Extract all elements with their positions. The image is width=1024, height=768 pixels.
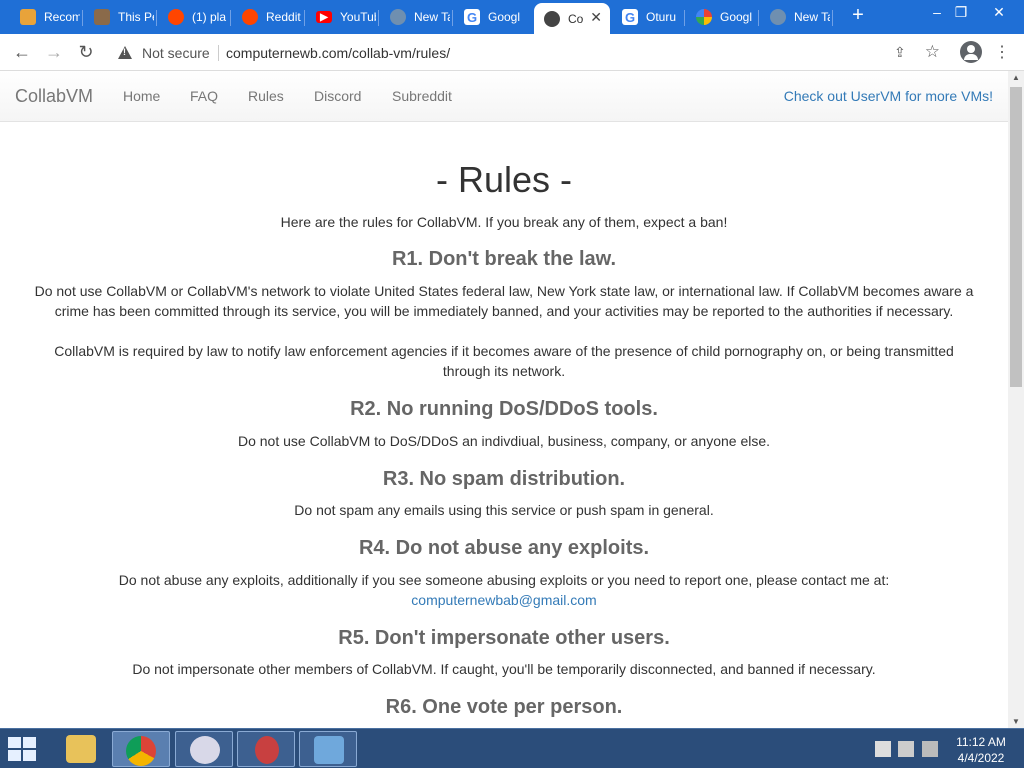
flag-warning-icon[interactable] [875, 741, 891, 757]
chrome-icon [126, 736, 156, 766]
back-button[interactable]: ← [10, 41, 34, 65]
paint-palette-icon [190, 736, 220, 764]
scroll-thumb[interactable] [1010, 87, 1022, 387]
globe-icon [390, 9, 406, 25]
site-navbar: CollabVM Home FAQ Rules Discord Subreddi… [0, 71, 1008, 122]
rule-heading: R3. No spam distribution. [382, 468, 626, 490]
taskbar-snipping-tool[interactable] [237, 731, 295, 767]
photos-icon [696, 9, 712, 25]
nav-uservm-link[interactable]: Check out UserVM for more VMs! [784, 88, 993, 104]
tab-new-tab-2[interactable]: New Ta [760, 3, 833, 31]
page-scrollbar[interactable]: ▲ ▼ [1008, 71, 1024, 728]
tab-this-person[interactable]: This Pe [84, 3, 157, 31]
scissors-icon [255, 736, 279, 764]
web-page: CollabVM Home FAQ Rules Discord Subreddi… [0, 71, 1008, 728]
page-title: - Rules - [435, 159, 573, 200]
close-tab-icon[interactable]: ✕ [590, 9, 602, 26]
rule-text: Do not spam any emails using this servic… [294, 502, 714, 518]
more-menu-icon[interactable]: ⋮ [994, 42, 1010, 62]
nav-discord[interactable]: Discord [314, 88, 361, 104]
nav-home[interactable]: Home [123, 88, 160, 104]
nav-subreddit[interactable]: Subreddit [392, 88, 452, 104]
close-window-button[interactable]: ✕ [984, 2, 1014, 24]
rule-heading: R2. No running DoS/DDoS tools. [350, 398, 658, 420]
folder-icon [66, 735, 96, 763]
network-icon[interactable] [898, 741, 914, 757]
new-tab-button[interactable]: + [848, 5, 868, 27]
taskbar-control-panel[interactable] [299, 731, 357, 767]
collabvm-icon [544, 10, 560, 27]
reddit-icon [242, 9, 258, 25]
site-brand[interactable]: CollabVM [15, 86, 93, 107]
google-icon: G [464, 9, 480, 25]
share-icon[interactable]: ⇪ [894, 44, 910, 60]
bookmark-star-icon[interactable]: ☆ [925, 42, 940, 62]
rule-heading: R4. Do not abuse any exploits. [358, 537, 650, 559]
system-clock[interactable]: 11:12 AM 4/4/2022 [948, 734, 1014, 766]
tab-collabvm[interactable]: Co ✕ [534, 3, 610, 34]
tab-reddit-pla[interactable]: (1) pla [158, 3, 231, 31]
warning-icon[interactable] [118, 46, 132, 59]
taskbar-file-explorer[interactable] [52, 731, 110, 767]
google-icon: G [622, 9, 638, 25]
tab-recom[interactable]: Recom [10, 3, 83, 31]
pinwheel-icon [20, 9, 36, 25]
tab-strip: Recom This Pe (1) pla Reddit ▶ YouTub Ne… [0, 0, 1024, 34]
profile-icon[interactable] [960, 41, 982, 63]
rule-heading: R1. Don't break the law. [391, 248, 617, 270]
tab-google-1[interactable]: G Googl [454, 3, 532, 31]
globe-icon [770, 9, 786, 25]
reddit-icon [168, 9, 184, 25]
tab-google-photos[interactable]: Googl [686, 3, 759, 31]
tab-new-tab-1[interactable]: New Ta [380, 3, 453, 31]
address-bar[interactable]: Not secure computernewb.com/collab-vm/ru… [108, 39, 950, 67]
nav-faq[interactable]: FAQ [190, 88, 218, 104]
rule-text: CollabVM is required by law to notify la… [54, 343, 954, 379]
tab-reddit[interactable]: Reddit [232, 3, 305, 31]
reload-button[interactable]: ↻ [74, 41, 98, 65]
rule-heading: R5. Don't impersonate other users. [338, 627, 670, 649]
taskbar-paint[interactable] [175, 731, 233, 767]
taskbar-chrome[interactable] [112, 731, 170, 767]
restore-button[interactable]: ❐ [946, 2, 976, 24]
windows-start-icon[interactable] [8, 737, 38, 761]
volume-muted-icon[interactable] [922, 741, 938, 757]
clock-time: 11:12 AM [956, 735, 1006, 749]
control-panel-icon [314, 736, 344, 764]
rule-text: Do not use CollabVM or CollabVM's networ… [34, 283, 974, 319]
browser-toolbar: ← → ↻ Not secure computernewb.com/collab… [0, 34, 1024, 71]
clock-date: 4/4/2022 [957, 751, 1005, 765]
scroll-up-icon[interactable]: ▲ [1012, 73, 1020, 82]
nav-rules[interactable]: Rules [248, 88, 284, 104]
rule-text: Do not abuse any exploits, additionally … [118, 572, 890, 588]
tab-oturum[interactable]: G Oturu [612, 3, 685, 31]
taskbar: 11:12 AM 4/4/2022 [0, 728, 1024, 768]
person-photo-icon [94, 9, 110, 25]
youtube-icon: ▶ [316, 11, 332, 23]
rule-text: Do not impersonate other members of Coll… [132, 661, 876, 677]
url-text[interactable]: computernewb.com/collab-vm/rules/ [226, 45, 450, 61]
tab-youtube[interactable]: ▶ YouTub [306, 3, 379, 31]
intro-text: Here are the rules for CollabVM. If you … [280, 214, 728, 230]
contact-email-link[interactable]: computernewbab@gmail.com [411, 592, 596, 608]
scroll-down-icon[interactable]: ▼ [1012, 717, 1020, 726]
rule-text: Do not use CollabVM to DoS/DDoS an indiv… [237, 433, 771, 449]
forward-button[interactable]: → [42, 41, 66, 65]
security-label[interactable]: Not secure [142, 45, 210, 61]
rule-heading: R6. One vote per person. [385, 696, 623, 718]
